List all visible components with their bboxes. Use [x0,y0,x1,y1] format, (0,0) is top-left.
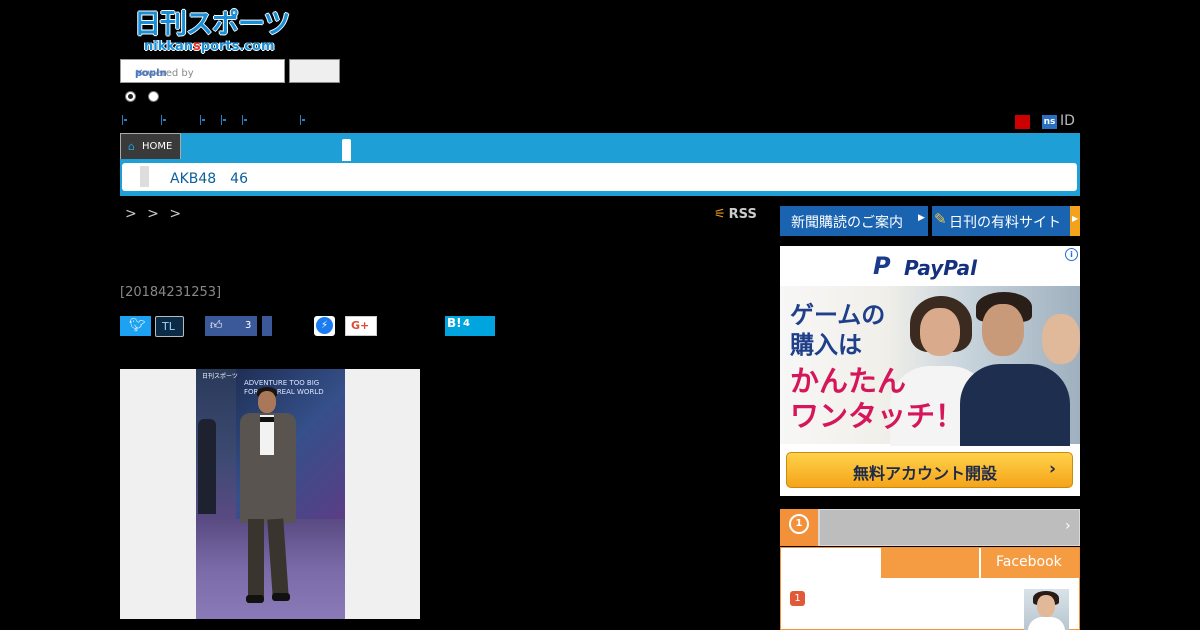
twitter-share-button[interactable]: 🐦︎ [120,316,151,336]
timeline-label: TL [162,320,175,333]
subscription-label: 新聞購読のご案内 [791,215,903,231]
breadcrumb[interactable]: > > > [125,206,181,222]
ad-person-face [920,308,960,356]
ranking-item-thumbnail[interactable] [1024,589,1069,630]
chevron-right-icon: › [1049,459,1057,479]
top-nav-link[interactable] [200,115,205,125]
home-icon: ⌂ [128,140,135,153]
top-nav-link[interactable] [161,115,166,125]
ranking-tab-news[interactable] [881,548,979,578]
backdrop-text: ADVENTURE TOO BIG FOR THE REAL WORLD [244,379,324,396]
ad-brand: PayPal [904,256,978,280]
google-plus-label: G+ [351,319,370,332]
logo-japanese: 日刊スポーツ [134,9,290,40]
top-nav-link[interactable] [242,115,247,125]
messenger-share-button[interactable]: ⚡ [314,316,335,336]
hatena-bookmark-button[interactable]: B! 4 [445,316,495,336]
hatena-icon: B! [447,316,462,330]
photo-person-leg [267,518,289,598]
rss-link[interactable]: ⚟ RSS [714,207,757,222]
facebook-like-count: 3 [245,320,252,331]
photo-person-head [258,391,276,413]
ranking-header[interactable]: › [780,509,1080,546]
ad-cta-button[interactable]: 無料アカウント開設 › [786,452,1073,488]
article-photo[interactable]: ADVENTURE TOO BIG FOR THE REAL WORLD 日刊ス… [196,369,345,619]
timeline-button[interactable]: TL [155,316,184,337]
chevron-right-icon: ▶ [918,213,925,223]
ad-info-icon[interactable]: i [1065,248,1078,261]
tab-home-label: HOME [142,141,173,152]
id-login-link[interactable]: ID [1060,113,1075,129]
sub-nav-marker [140,166,149,187]
search-button[interactable] [289,59,340,83]
pencil-icon: ✎ [934,210,947,228]
ad-person-face [982,304,1024,356]
facebook-share-button[interactable] [262,316,272,336]
tab-home[interactable]: ⌂ HOME [120,133,181,159]
twitter-icon: 🐦︎ [129,318,146,333]
photo-person-bowtie [260,417,274,422]
paid-site-arrow: ▶ [1070,206,1080,236]
search-input[interactable]: powered by ✕ popln [120,59,285,83]
chevron-right-icon: ▶ [1072,214,1079,223]
search-scope-radio-web[interactable] [148,91,159,102]
paid-site-label: 日刊の有料サイト [949,215,1061,231]
facebook-like-button[interactable]: 👍︎ 3 [205,316,257,336]
rss-icon: ⚟ [714,207,726,222]
thumb-face [1037,595,1055,617]
photo-person-leg [248,519,264,597]
google-plus-button[interactable]: G+ [345,316,377,336]
thumbs-up-icon: 👍︎ [210,318,223,332]
red-square-icon[interactable] [1015,115,1030,129]
ad-person-face [1042,314,1080,364]
ranking-medal-icon: 1 [780,509,818,546]
ad-cta-label: 無料アカウント開設 [853,464,998,483]
paypal-ad-banner[interactable]: i P PayPal ゲームの 購入は かんたん ワンタッチ！ 無料アカウント開設 … [780,246,1080,496]
ad-person-body [960,364,1070,446]
photo-person-shoe [246,595,264,603]
ns-id-icon[interactable]: ns [1042,115,1057,129]
photo-bystander [198,419,216,514]
ad-headline-2: かんたん ワンタッチ！ [790,364,965,433]
sub-nav-link[interactable]: AKB48 46 [170,168,248,188]
messenger-icon: ⚡ [316,317,333,334]
search-scope-radio-site[interactable] [125,91,136,102]
hatena-count: 4 [463,318,470,329]
site-logo[interactable]: 日刊スポーツ nikkansports.com [134,9,290,58]
ad-headline-1: ゲームの 購入は [790,301,886,359]
logo-domain: nikkansports.com [144,39,275,54]
thumb-body [1028,617,1065,630]
chevron-right-icon: › [1065,518,1071,534]
paypal-logo-icon: P [873,252,891,280]
nav-tab-active[interactable] [342,139,351,161]
photo-watermark: 日刊スポーツ [202,373,238,380]
photo-person-shoe [272,593,290,601]
sub-nav-bar [122,163,1077,191]
article-date: [20184231253] [120,285,222,300]
top-nav-link[interactable] [122,115,127,125]
top-nav-link[interactable] [300,115,305,125]
ranking-tab-facebook[interactable]: Facebook [981,548,1079,578]
paid-site-button[interactable]: ✎ 日刊の有料サイト ▶ [932,206,1080,236]
ranking-header-title [820,510,1079,545]
ranking-item-number: 1 [790,591,805,606]
subscription-info-button[interactable]: 新聞購読のご案内 ▶ [780,206,928,236]
ranking-tab-facebook-label: Facebook [996,554,1062,570]
top-nav-link[interactable] [221,115,226,125]
